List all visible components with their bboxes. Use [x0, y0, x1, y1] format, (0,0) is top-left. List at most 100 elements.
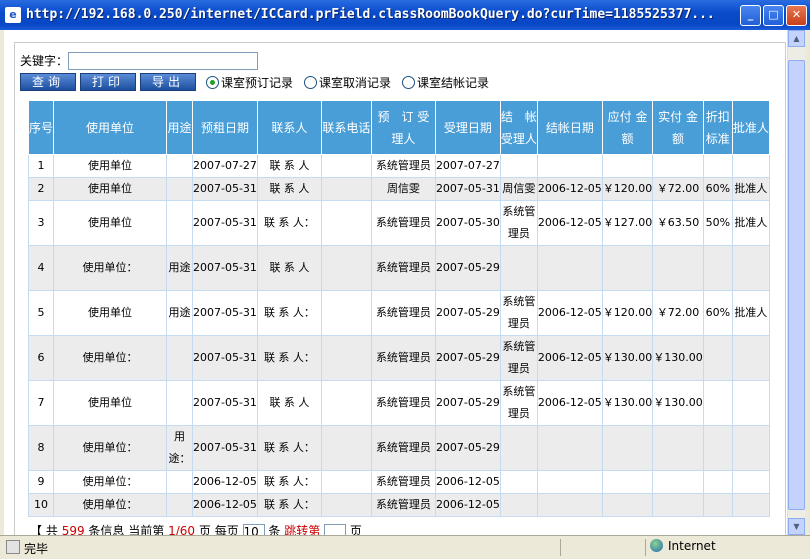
cell-approver: [731, 245, 770, 291]
cell-payable: ￥120.00: [601, 290, 654, 336]
cell-discount: [702, 245, 733, 291]
radio-selected-icon: [206, 76, 219, 89]
table-row: 4 使用单位： 用途 2007-05-31 联 系 人 系统管理员 2007-05-29: [28, 245, 770, 291]
cell-paid: ￥72.00: [652, 290, 704, 336]
cell-paid: [652, 425, 704, 471]
cell-prebook-date: 2007-05-31: [192, 380, 258, 426]
pager-total: 599: [61, 524, 85, 535]
radio-settle-records[interactable]: 课室结帐记录: [402, 74, 489, 91]
cell-seq: 2: [28, 177, 54, 201]
cell-accept-date: 2007-05-29: [434, 245, 501, 291]
cell-approver: [731, 380, 770, 426]
page-content: 关键字： 查询 打印 导出 课室预订记录 课室取消记录 课室结帐记录 序号 使用…: [4, 30, 805, 535]
cell-seq: 9: [28, 470, 54, 494]
cell-contact: 联 系 人：: [256, 425, 322, 471]
cell-settle-receiver: 系统管理员: [499, 335, 538, 381]
cell-payable: [601, 493, 654, 517]
jump-page-input[interactable]: [324, 523, 347, 535]
cell-settle-date: 2006-12-05: [536, 335, 603, 381]
cell-unit: 使用单位：: [53, 493, 167, 517]
close-button[interactable]: ✕: [786, 5, 807, 26]
cell-settle-receiver: [499, 425, 538, 471]
cell-discount: [702, 470, 733, 494]
cell-purpose: [166, 470, 193, 494]
cell-discount: [702, 154, 733, 178]
table-row: 3 使用单位 2007-05-31 联 系 人： 系统管理员 2007-05-30 系统管理…: [28, 200, 770, 246]
cell-receiver: 系统管理员: [370, 245, 436, 291]
cell-accept-date: 2007-05-29: [434, 335, 501, 381]
print-button[interactable]: 打印: [80, 73, 136, 91]
cell-receiver: 系统管理员: [370, 290, 436, 336]
cell-purpose: 用途: [166, 245, 193, 291]
radio-booking-records[interactable]: 课室预订记录: [206, 74, 293, 91]
scroll-down-icon[interactable]: ▼: [788, 518, 805, 535]
col-settle-date: 结帐日期: [536, 100, 603, 155]
cell-discount: [702, 493, 733, 517]
cell-phone: [320, 200, 372, 246]
cell-purpose: [166, 154, 193, 178]
cell-payable: [601, 470, 654, 494]
minimize-button[interactable]: _: [740, 5, 761, 26]
status-text: 完毕: [24, 542, 49, 556]
keyword-input[interactable]: [68, 52, 258, 70]
cell-prebook-date: 2006-12-05: [192, 470, 258, 494]
table-row: 5 使用单位 用途 2007-05-31 联 系 人： 系统管理员 2007-05-29 系统…: [28, 290, 770, 336]
cell-paid: ￥72.00: [652, 177, 704, 201]
col-accept-date: 受理日期: [434, 100, 501, 155]
cell-purpose: [166, 380, 193, 426]
cell-contact: 联 系 人：: [256, 200, 322, 246]
cell-payable: [601, 154, 654, 178]
cell-settle-date: 2006-12-05: [536, 177, 603, 201]
internet-globe-icon: [650, 539, 663, 552]
cell-prebook-date: 2006-12-05: [192, 493, 258, 517]
maximize-button[interactable]: □: [763, 5, 784, 26]
cell-paid: [652, 154, 704, 178]
vertical-scrollbar[interactable]: ▲ ▼: [787, 30, 805, 535]
cell-settle-date: 2006-12-05: [536, 200, 603, 246]
cell-prebook-date: 2007-05-31: [192, 335, 258, 381]
cell-paid: [652, 245, 704, 291]
pager-per-unit: 条: [268, 524, 281, 535]
cell-settle-date: [536, 470, 603, 494]
cell-approver: 批准人: [731, 290, 770, 336]
cell-unit: 使用单位: [53, 200, 167, 246]
scroll-thumb[interactable]: [788, 60, 805, 510]
cell-contact: 联 系 人: [256, 154, 322, 178]
cell-seq: 1: [28, 154, 54, 178]
radio-cancel-records[interactable]: 课室取消记录: [304, 74, 391, 91]
cell-phone: [320, 290, 372, 336]
scroll-up-icon[interactable]: ▲: [788, 30, 805, 47]
cell-phone: [320, 493, 372, 517]
cell-settle-date: [536, 493, 603, 517]
cell-paid: [652, 493, 704, 517]
pager-current: 1/60: [168, 524, 196, 535]
cell-discount: 50%: [702, 200, 733, 246]
cell-prebook-date: 2007-05-31: [192, 425, 258, 471]
cell-seq: 6: [28, 335, 54, 381]
table-row: 9 使用单位： 2006-12-05 联 系 人： 系统管理员 2006-12-05: [28, 470, 770, 494]
cell-purpose: [166, 335, 193, 381]
table-header-row: 序号 使用单位 用途 预租日期 联系人 联系电话 预 订 受理人 受理日期 结 …: [28, 100, 770, 155]
zone-label: Internet: [668, 539, 716, 553]
cell-contact: 联 系 人: [256, 245, 322, 291]
query-button[interactable]: 查询: [20, 73, 76, 91]
cell-receiver: 系统管理员: [370, 380, 436, 426]
table-row: 7 使用单位 2007-05-31 联 系 人 系统管理员 2007-05-29 系统管理员…: [28, 380, 770, 426]
cell-receiver: 系统管理员: [370, 470, 436, 494]
cell-paid: ￥130.00: [652, 335, 704, 381]
cell-contact: 联 系 人：: [256, 470, 322, 494]
col-payable: 应付 金额: [601, 100, 654, 155]
export-button[interactable]: 导出: [140, 73, 196, 91]
cell-unit: 使用单位：: [53, 245, 167, 291]
ie-page-icon: e: [5, 7, 21, 23]
cell-seq: 4: [28, 245, 54, 291]
cell-receiver: 系统管理员: [370, 335, 436, 381]
cell-phone: [320, 425, 372, 471]
cell-discount: [702, 380, 733, 426]
cell-payable: ￥130.00: [601, 380, 654, 426]
cell-settle-receiver: 系统管理员: [499, 200, 538, 246]
cell-seq: 3: [28, 200, 54, 246]
cell-approver: [731, 470, 770, 494]
per-page-input[interactable]: 10: [242, 523, 265, 535]
col-purpose: 用途: [166, 100, 193, 155]
